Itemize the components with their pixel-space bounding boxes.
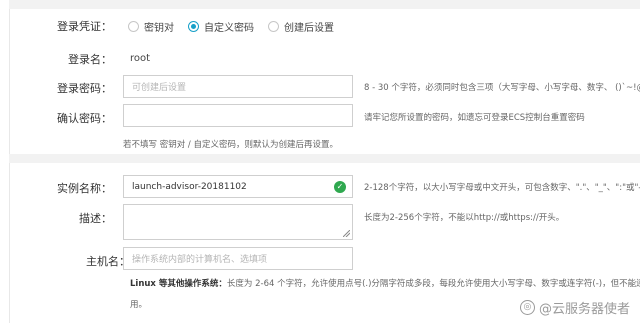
- watermark: ◎ @云服务器使者: [519, 298, 630, 317]
- login-name-value: root: [130, 53, 151, 64]
- radio-keypair[interactable]: 密钥对: [128, 19, 174, 34]
- hostname-placeholder: 操作系统内部的计算机名、选填项: [132, 255, 268, 265]
- radio-circle-icon: [268, 21, 279, 32]
- radio-circle-icon: [128, 21, 139, 32]
- section-divider-top: [9, 0, 640, 9]
- instance-name-input[interactable]: launch-advisor-20181102 ✓: [123, 175, 353, 198]
- password-label: 登录密码：: [57, 82, 112, 95]
- hostname-input[interactable]: 操作系统内部的计算机名、选填项: [123, 247, 353, 270]
- confirm-password-hint: 请牢记您所设置的密码，如遗忘可登录ECS控制台重置密码: [364, 113, 585, 123]
- radio-set-later-label: 创建后设置: [284, 23, 334, 34]
- password-placeholder: 可创建后设置: [132, 83, 187, 93]
- section-divider: [9, 154, 640, 163]
- check-circle-icon: ✓: [334, 181, 346, 193]
- radio-custom-password[interactable]: 自定义密码: [188, 19, 254, 34]
- hostname-hint-os: Linux 等其他操作系统：: [130, 279, 227, 289]
- hostname-hint-text: 长度为 2-64 个字符，允许使用点号(.)分隔字符成多段，每段允许使用大小写字…: [226, 279, 640, 289]
- credential-radio-group: 密钥对 自定义密码 创建后设置: [128, 19, 348, 34]
- password-hint: 8 - 30 个字符，必须同时包含三项（大写字母、小写字母、数字、 ()`~!@…: [364, 83, 640, 93]
- hostname-hint: Linux 等其他操作系统：长度为 2-64 个字符，允许使用点号(.)分隔字符…: [130, 277, 640, 289]
- resize-grip-icon[interactable]: [343, 230, 350, 237]
- credential-note: 若不填写 密钥对 / 自定义密码，则默认为创建后再设置。: [123, 140, 338, 150]
- radio-custom-password-label: 自定义密码: [204, 23, 254, 34]
- description-label: 描述：: [79, 212, 112, 225]
- description-textarea[interactable]: [123, 204, 353, 240]
- password-input[interactable]: 可创建后设置: [123, 75, 353, 98]
- watermark-logo-icon: ◎: [519, 300, 535, 315]
- radio-set-later[interactable]: 创建后设置: [268, 19, 334, 34]
- ecs-config-panel: 登录凭证： 密钥对 自定义密码 创建后设置 登录名： root 登录密码： 可创…: [0, 0, 640, 323]
- radio-keypair-label: 密钥对: [144, 23, 174, 34]
- confirm-password-input[interactable]: [123, 104, 353, 127]
- confirm-password-label: 确认密码：: [57, 112, 112, 125]
- description-hint: 长度为2-256个字符，不能以http://或https://开头。: [364, 213, 565, 223]
- instance-name-hint: 2-128个字符，以大小写字母或中文开头，可包含数字、"."、"_"、":"或"…: [364, 183, 640, 193]
- credential-label: 登录凭证：: [57, 20, 112, 33]
- instance-name-label: 实例名称：: [57, 182, 112, 195]
- login-name-label: 登录名：: [68, 53, 112, 66]
- radio-selected-icon: [188, 21, 199, 32]
- hostname-hint-cont: 用。: [130, 300, 148, 310]
- watermark-text: @云服务器使者: [538, 302, 630, 317]
- instance-name-value: launch-advisor-20181102: [132, 181, 247, 192]
